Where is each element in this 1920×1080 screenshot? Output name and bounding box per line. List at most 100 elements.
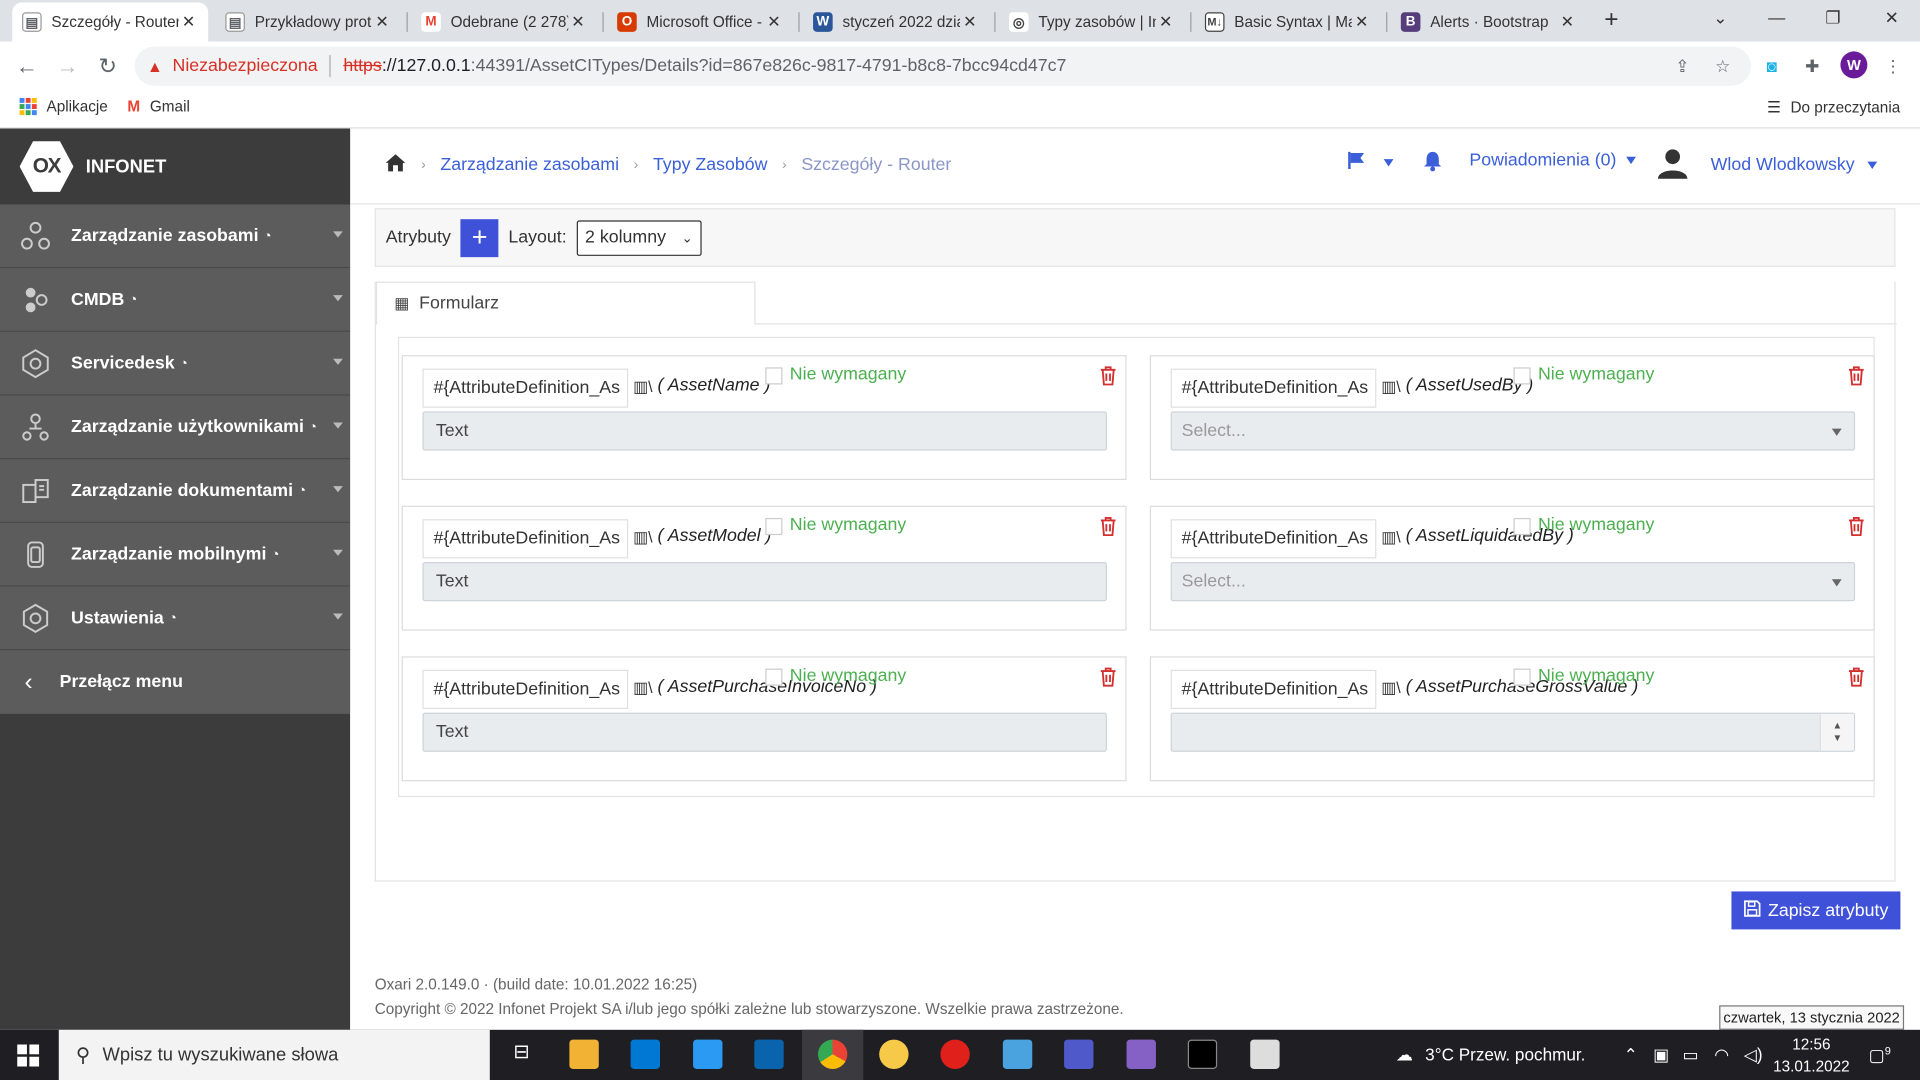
vscode-icon[interactable]	[693, 1039, 723, 1069]
required-checkbox[interactable]	[765, 668, 783, 686]
visual-studio-icon[interactable]	[1126, 1039, 1156, 1069]
mail-icon[interactable]	[630, 1039, 661, 1069]
browser-tab[interactable]: W styczeń 2022 dzia ✕	[803, 2, 989, 41]
battery-icon[interactable]: ▭	[1682, 1044, 1698, 1065]
attribute-value-input[interactable]: Text	[422, 411, 1107, 451]
notification-center-icon[interactable]: ▢9	[1869, 1044, 1891, 1066]
sidebar-item-cmdb[interactable]: CMDB ◔	[0, 268, 351, 332]
close-icon[interactable]: ✕	[764, 12, 784, 32]
spin-down-icon[interactable]: ▼	[1833, 732, 1843, 744]
close-icon[interactable]: ✕	[960, 12, 980, 32]
teams-icon[interactable]	[1064, 1039, 1094, 1069]
add-attribute-button[interactable]: +	[460, 218, 499, 257]
home-icon[interactable]	[384, 153, 406, 177]
toggle-menu-button[interactable]: ‹ Przełącz menu	[0, 650, 351, 714]
wifi-icon[interactable]: ◠	[1714, 1044, 1729, 1065]
attribute-name-input[interactable]: #{AttributeDefinition_As	[1170, 368, 1377, 408]
windows-start-icon[interactable]	[17, 1044, 40, 1072]
close-icon[interactable]: ✕	[179, 12, 199, 32]
trash-icon[interactable]	[1100, 366, 1117, 386]
close-icon[interactable]: ✕	[1156, 12, 1176, 32]
tab-form[interactable]: ▦ Formularz	[375, 281, 756, 325]
browser-tab[interactable]: ◎ Typy zasobów | In ✕	[999, 2, 1185, 41]
weather-widget[interactable]: ☁ 3°C Przew. pochmur.	[1396, 1044, 1586, 1065]
close-icon[interactable]: ✕	[568, 12, 588, 32]
browser-tab[interactable]: ▤ Przykładowy prot ✕	[216, 2, 402, 41]
tray-app-icon[interactable]: ▣	[1653, 1044, 1669, 1065]
attribute-value-input[interactable]: Text	[422, 712, 1107, 752]
close-icon[interactable]: ✕	[1352, 12, 1372, 32]
attribute-name-input[interactable]: #{AttributeDefinition_As	[422, 519, 629, 559]
browser-menu-icon[interactable]: ⋮	[1881, 54, 1905, 78]
new-tab-button[interactable]: +	[1597, 6, 1626, 35]
bookmark-apps[interactable]: Aplikacje	[19, 97, 108, 116]
required-checkbox[interactable]	[1513, 367, 1531, 385]
browser-tab[interactable]: M Odebrane (2 278) ✕	[411, 2, 597, 41]
terminal-icon[interactable]	[1187, 1039, 1218, 1069]
outlook-icon[interactable]	[754, 1039, 784, 1069]
sidebar-item-servicedesk[interactable]: Servicedesk ◔	[0, 331, 351, 396]
breadcrumb-asset-types[interactable]: Typy Zasobów	[653, 156, 767, 176]
sidebar-item-documents[interactable]: Zarządzanie dokumentami ◔	[0, 459, 351, 523]
close-icon[interactable]: ✕	[1558, 12, 1578, 32]
required-checkbox[interactable]	[1513, 668, 1531, 686]
tray-overflow-icon[interactable]: ⌃	[1624, 1044, 1638, 1065]
share-icon[interactable]: ⇪	[1670, 54, 1694, 78]
sidebar-item-mobile[interactable]: Zarządzanie mobilnymi ◔	[0, 522, 351, 587]
browser-tab[interactable]: B Alerts · Bootstrap ✕	[1391, 2, 1587, 41]
attribute-value-select[interactable]: Select...	[1170, 411, 1856, 451]
bookmark-gmail[interactable]: M Gmail	[127, 98, 190, 115]
security-status[interactable]: Niezabezpieczona	[173, 56, 318, 76]
browser-tab[interactable]: O Microsoft Office - ✕	[607, 2, 793, 41]
save-attributes-button[interactable]: Zapisz atrybuty	[1731, 891, 1901, 930]
trash-icon[interactable]	[1100, 517, 1117, 537]
attribute-value-number[interactable]: ▲ ▼	[1170, 712, 1856, 752]
trash-icon[interactable]	[1848, 667, 1865, 687]
attribute-value-select[interactable]: Select...	[1170, 562, 1856, 602]
attribute-name-input[interactable]: #{AttributeDefinition_As	[422, 368, 629, 408]
attribute-name-input[interactable]: #{AttributeDefinition_As	[1170, 669, 1377, 709]
required-checkbox[interactable]	[765, 517, 783, 536]
back-button[interactable]: ←	[12, 51, 41, 80]
user-menu[interactable]: Wlod Wlodkowsky	[1656, 146, 1877, 185]
trash-icon[interactable]	[1848, 366, 1865, 386]
extensions-puzzle-icon[interactable]: ✚	[1800, 54, 1824, 78]
forward-button[interactable]: →	[53, 51, 82, 80]
required-checkbox[interactable]	[1513, 517, 1531, 536]
bell-icon[interactable]	[1423, 151, 1443, 172]
taskbar-search[interactable]: ⚲ Wpisz tu wyszukiwane słowa	[58, 1029, 490, 1080]
snipping-tool-icon[interactable]	[1250, 1039, 1280, 1069]
trash-icon[interactable]	[1100, 667, 1117, 687]
minimize-button[interactable]: —	[1758, 7, 1795, 27]
sidebar-item-assets[interactable]: Zarządzanie zasobami ◔	[0, 204, 351, 269]
browser-tab[interactable]: M↓ Basic Syntax | Ma ✕	[1195, 2, 1381, 41]
attribute-name-input[interactable]: #{AttributeDefinition_As	[1170, 519, 1377, 559]
flag-dropdown[interactable]	[1347, 151, 1394, 175]
address-bar[interactable]: ▲ Niezabezpieczona https://127.0.0.1:443…	[134, 46, 1752, 86]
notifications-dropdown[interactable]: Powiadomienia (0)	[1469, 151, 1637, 170]
maximize-button[interactable]: ❐	[1815, 7, 1852, 28]
attribute-name-input[interactable]: #{AttributeDefinition_As	[422, 669, 629, 709]
window-close-button[interactable]: ✕	[1873, 7, 1910, 28]
file-explorer-icon[interactable]	[569, 1039, 599, 1069]
sidebar-item-settings[interactable]: Ustawienia ◔	[0, 586, 351, 651]
vpn-icon[interactable]	[879, 1039, 909, 1069]
profile-avatar[interactable]: W	[1840, 51, 1868, 79]
taskbar-clock[interactable]: 12:56 13.01.2022	[1773, 1033, 1850, 1077]
photos-icon[interactable]	[1002, 1039, 1033, 1069]
attribute-value-input[interactable]: Text	[422, 562, 1107, 602]
breadcrumb-assets[interactable]: Zarządzanie zasobami	[440, 156, 619, 176]
extension-icon[interactable]: ◙	[1760, 54, 1784, 78]
sidebar-item-users[interactable]: Zarządzanie użytkownikami ◔	[0, 395, 351, 460]
tab-search-icon[interactable]: ⌄	[1702, 7, 1739, 28]
number-spinner[interactable]: ▲ ▼	[1819, 713, 1854, 751]
brand[interactable]: OX INFONET	[0, 128, 351, 205]
close-icon[interactable]: ✕	[372, 12, 392, 32]
reading-list-button[interactable]: ☰ Do przeczytania	[1767, 98, 1900, 117]
browser-tab-active[interactable]: ▤ Szczegóły - Router ✕	[12, 2, 209, 42]
layout-select[interactable]: 2 kolumny ⌄	[576, 219, 702, 256]
opera-icon[interactable]	[940, 1039, 970, 1069]
bookmark-star-icon[interactable]: ☆	[1711, 54, 1735, 78]
spin-up-icon[interactable]: ▲	[1833, 720, 1843, 732]
task-view-icon[interactable]: ⊟	[507, 1040, 536, 1069]
